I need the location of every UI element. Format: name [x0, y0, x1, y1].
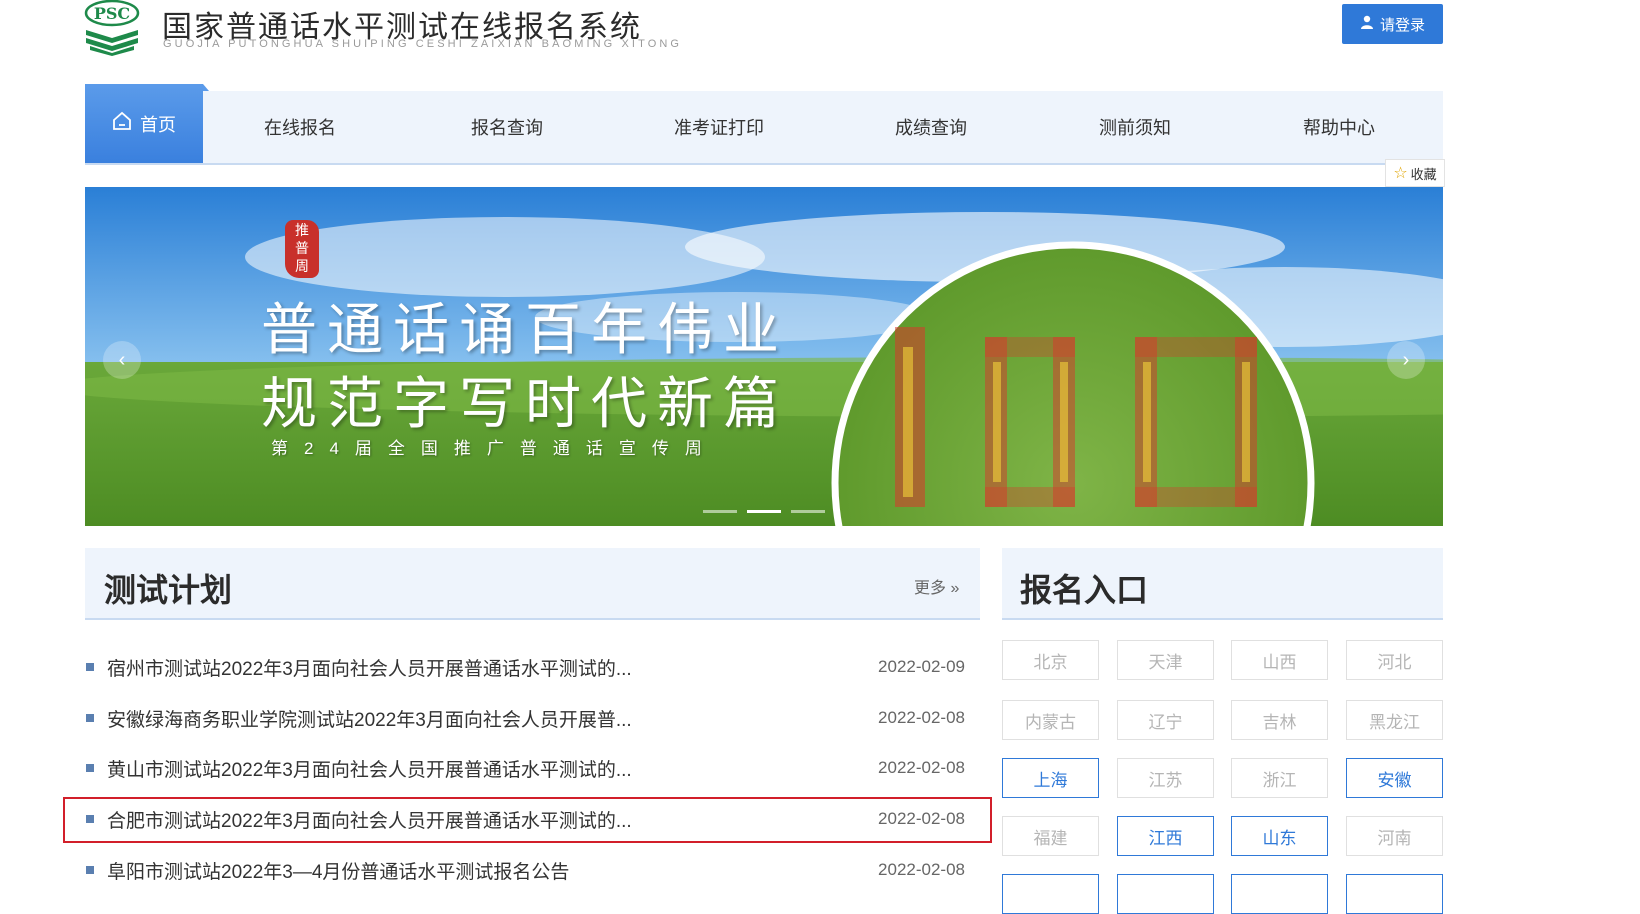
test-plan-item[interactable]: 黄山市测试站2022年3月面向社会人员开展普通话水平测试的... 2022-02… [85, 746, 965, 790]
province-button: 福建 [1002, 816, 1099, 856]
nav-home-label: 首页 [140, 114, 176, 135]
province-button: 北京 [1002, 640, 1099, 680]
site-subtitle: GUOJIA PUTONGHUA SHUIPING CESHI ZAIXIAN … [163, 38, 683, 50]
province-button-cutoff[interactable] [1002, 874, 1099, 914]
province-button[interactable]: 山东 [1231, 816, 1328, 856]
test-plan-item[interactable]: 安徽绿海商务职业学院测试站2022年3月面向社会人员开展普... 2022-02… [85, 696, 965, 740]
province-button-cutoff[interactable] [1231, 874, 1328, 914]
carousel-prev-icon[interactable]: ‹ [103, 341, 141, 379]
banner-carousel[interactable]: 推普周 普通话诵百年伟业 规范字写时代新篇 第24届全国推广普通话宣传周 ‹ › [85, 187, 1443, 526]
carousel-dot-active[interactable] [747, 510, 781, 513]
test-plan-item[interactable]: 宿州市测试站2022年3月面向社会人员开展普通话水平测试的... 2022-02… [85, 645, 965, 689]
province-button-cutoff[interactable] [1346, 874, 1443, 914]
province-button: 山西 [1231, 640, 1328, 680]
nav-score-query[interactable]: 成绩查询 [829, 91, 1033, 163]
province-button: 吉林 [1231, 700, 1328, 740]
bullet-icon [86, 866, 94, 874]
carousel-dot[interactable] [703, 510, 737, 513]
home-icon [112, 111, 132, 136]
nav-help-center[interactable]: 帮助中心 [1237, 91, 1441, 163]
test-plan-more-link[interactable]: 更多 » [914, 574, 959, 598]
province-button: 辽宁 [1117, 700, 1214, 740]
banner-slogan-line2: 规范字写时代新篇 [261, 372, 789, 437]
test-plan-title: 测试计划 [104, 572, 233, 608]
promotion-week-seal: 推普周 [285, 220, 319, 278]
nav-admission-ticket[interactable]: 准考证打印 [617, 91, 821, 163]
province-button: 河北 [1346, 640, 1443, 680]
banner-slogan-line3: 第24届全国推广普通话宣传周 [271, 439, 718, 458]
highlight-box [63, 797, 992, 843]
province-button[interactable]: 安徽 [1346, 758, 1443, 798]
province-button: 天津 [1117, 640, 1214, 680]
favorite-label: 收藏 [1410, 166, 1437, 182]
nav-registration-query[interactable]: 报名查询 [405, 91, 609, 163]
nav-home[interactable]: 首页 [85, 84, 209, 163]
banner-slogan-line1: 普通话诵百年伟业 [261, 298, 789, 363]
nav-test-notice[interactable]: 测前须知 [1033, 91, 1237, 163]
province-button: 黑龙江 [1346, 700, 1443, 740]
province-button: 浙江 [1231, 758, 1328, 798]
province-button[interactable]: 江西 [1117, 816, 1214, 856]
login-label: 请登录 [1379, 16, 1425, 34]
bullet-icon [86, 714, 94, 722]
carousel-indicators [703, 510, 825, 513]
bullet-icon [86, 663, 94, 671]
login-button[interactable]: 请登录 [1342, 4, 1443, 44]
psc-logo[interactable]: PSC [82, 0, 142, 56]
bullet-icon [86, 764, 94, 772]
province-button: 内蒙古 [1002, 700, 1099, 740]
svg-text:PSC: PSC [94, 4, 130, 23]
favorite-button[interactable]: ☆ 收藏 [1385, 159, 1445, 187]
nav-online-registration[interactable]: 在线报名 [203, 91, 397, 163]
carousel-next-icon[interactable]: › [1387, 341, 1425, 379]
province-button-cutoff[interactable] [1117, 874, 1214, 914]
province-button[interactable]: 上海 [1002, 758, 1099, 798]
test-plan-item[interactable]: 阜阳市测试站2022年3—4月份普通话水平测试报名公告 2022-02-08 [85, 848, 965, 892]
province-button: 江苏 [1117, 758, 1214, 798]
carousel-dot[interactable] [791, 510, 825, 513]
province-button: 河南 [1346, 816, 1443, 856]
registration-entry-title: 报名入口 [1020, 572, 1149, 608]
user-icon [1360, 15, 1374, 33]
star-icon: ☆ [1393, 165, 1408, 182]
